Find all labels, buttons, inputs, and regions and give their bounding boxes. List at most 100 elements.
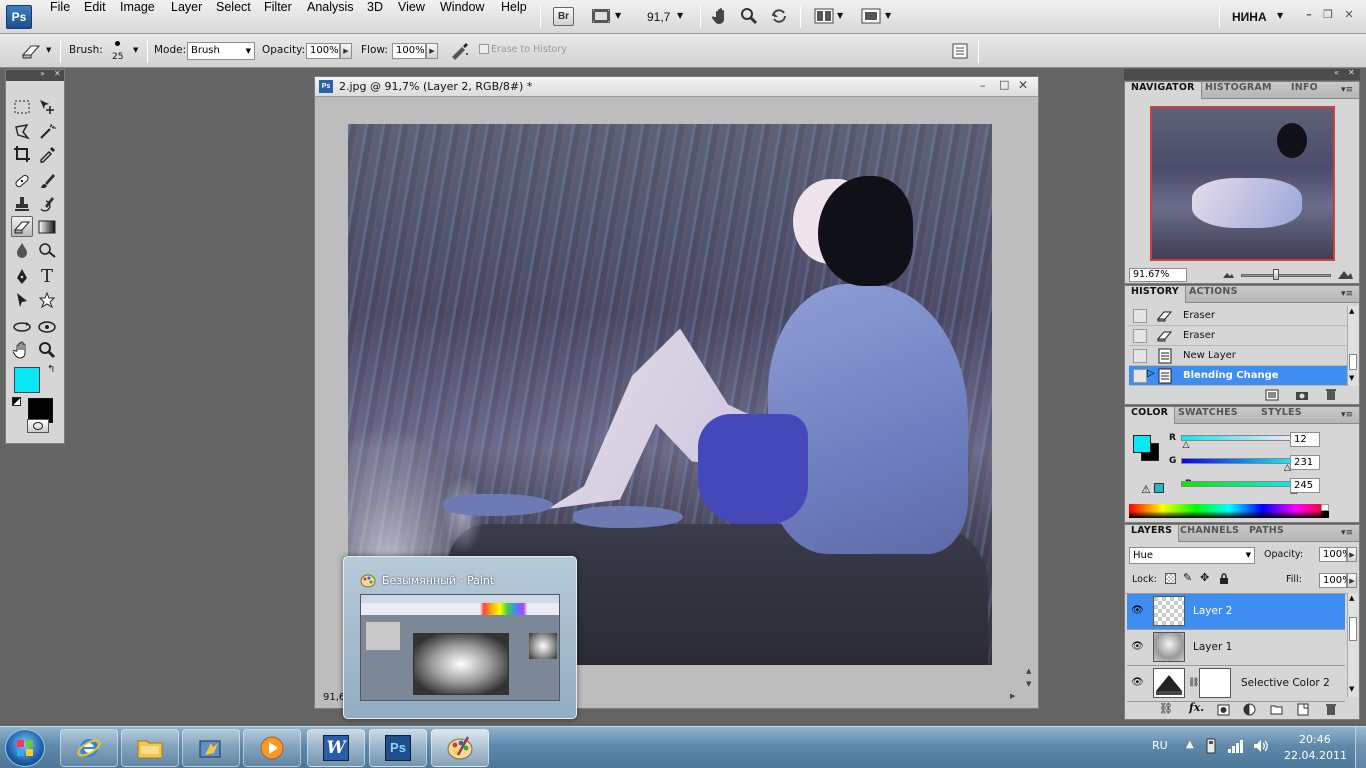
panel-dock-header[interactable]: « ✕ [1124,68,1360,80]
taskbar-word[interactable]: W [307,729,365,767]
chevron-down-icon[interactable]: ▼ [837,11,843,20]
photoshop-logo[interactable]: Ps [6,5,32,29]
zoom-in-mountain-icon[interactable] [1337,268,1353,280]
menu-view[interactable]: View [398,0,425,34]
rectangular-marquee-tool-icon[interactable] [11,96,33,117]
menu-help[interactable]: Help [501,0,527,34]
eraser-tool-icon[interactable] [11,216,33,237]
scroll-up-arrow[interactable]: ▲ [1026,667,1031,675]
3d-rotate-tool-icon[interactable] [11,316,33,337]
layer-row[interactable]: 👁 ⛓ Selective Color 2 [1127,666,1345,702]
fill-slider-button[interactable]: ▶ [1347,573,1357,588]
green-slider[interactable] [1181,458,1299,464]
zoom-out-mountain-icon[interactable] [1222,269,1234,279]
history-scrollbar[interactable]: ▲ ▼ [1347,306,1358,386]
zoom-status[interactable]: 91,6 [323,692,345,703]
color-fg-swatch[interactable] [1133,435,1151,453]
menu-image[interactable]: Image [120,0,155,34]
magic-wand-tool-icon[interactable] [36,120,58,141]
scroll-up-arrow[interactable]: ▲ [1349,594,1354,602]
doc-maximize-button[interactable]: □ [999,78,1009,91]
tab-channels[interactable]: CHANNELS [1174,525,1245,542]
navigator-zoom-input[interactable]: 91.67% [1129,268,1187,282]
menu-select[interactable]: Select [216,0,251,34]
zoom-icon[interactable] [740,7,758,25]
airbrush-icon[interactable] [449,42,471,60]
opacity-slider-button[interactable]: ▶ [340,43,352,59]
opacity-input[interactable]: 100% [306,43,340,59]
layer-opacity-input[interactable]: 100% [1319,547,1352,562]
zoom-tool-icon[interactable] [36,339,58,360]
menu-edit[interactable]: Edit [84,0,106,34]
clock-time[interactable]: 20:46 [1299,733,1331,746]
layer-opacity-slider-button[interactable]: ▶ [1347,547,1357,562]
taskbar-internet-explorer[interactable] [60,729,118,767]
new-layer-icon[interactable] [1297,703,1309,716]
blue-slider[interactable] [1181,481,1299,487]
close-icon[interactable]: ✕ [54,69,61,78]
fill-input[interactable]: 100% [1319,573,1352,588]
arrange-documents-icon[interactable] [814,8,834,24]
menu-filter[interactable]: Filter [264,0,292,34]
ramp-white-swatch[interactable] [1321,504,1329,511]
swap-colors-icon[interactable]: ↰ [47,364,55,375]
link-layers-icon[interactable]: ⛓ [1159,702,1173,715]
taskbar-thumbnail-popup[interactable]: Безымянный - Paint [343,556,577,719]
clock-date[interactable]: 22.04.2011 [1284,749,1347,762]
scroll-up-arrow[interactable]: ▲ [1349,307,1354,315]
history-item[interactable]: Eraser [1129,306,1347,326]
panel-menu-icon[interactable]: ▾≡ [1341,85,1353,95]
chevron-down-icon[interactable]: ▼ [46,46,51,54]
color-spectrum-ramp[interactable] [1129,504,1329,518]
history-source-box[interactable] [1133,369,1147,383]
taskbar-media-player[interactable] [243,729,301,767]
history-item[interactable]: Eraser [1129,326,1347,346]
taskbar-explorer[interactable] [121,729,179,767]
lock-position-icon[interactable]: ✥ [1200,571,1209,584]
panel-menu-icon[interactable]: ▾≡ [1341,528,1353,538]
language-indicator[interactable]: RU [1152,739,1168,752]
foreground-color-swatch[interactable] [14,367,40,393]
chevron-down-icon[interactable]: ▼ [885,11,891,20]
scroll-right-arrow[interactable]: ▶ [1010,692,1015,700]
zoom-level[interactable]: 91,7 [647,10,670,24]
gamut-color-swatch[interactable] [1154,483,1164,493]
workspace-user[interactable]: НИНА [1232,10,1267,24]
hand-tool-icon[interactable] [11,339,33,360]
add-mask-icon[interactable] [1217,704,1230,716]
new-adjustment-layer-icon[interactable] [1243,703,1256,716]
blend-mode-select[interactable]: Hue ▼ [1129,547,1255,564]
start-button[interactable] [5,729,45,767]
taskbar-photoshop[interactable]: Ps [369,729,427,767]
brush-preview-icon[interactable] [115,41,120,46]
tab-swatches[interactable]: SWATCHES [1172,407,1244,424]
brush-tool-icon[interactable] [36,170,58,191]
crop-tool-icon[interactable] [11,143,33,164]
close-icon[interactable]: ✕ [1348,68,1355,77]
blue-value-input[interactable]: 245 [1290,478,1320,493]
history-brush-tool-icon[interactable] [36,193,58,214]
document-title-bar[interactable]: Ps 2.jpg @ 91,7% (Layer 2, RGB/8#) * – □… [315,77,1038,97]
menu-layer[interactable]: Layer [171,0,202,34]
minimize-button[interactable]: – [1302,8,1316,22]
scroll-thumb[interactable] [1349,617,1357,641]
tab-navigator[interactable]: NAVIGATOR [1125,82,1202,99]
erase-to-history-checkbox[interactable] [479,44,489,54]
menu-analysis[interactable]: Analysis [307,0,354,34]
mode-select[interactable]: Brush ▼ [187,42,255,60]
navigator-preview[interactable] [1150,106,1335,261]
layer-row[interactable]: 👁 Layer 1 [1127,630,1345,666]
tab-layers[interactable]: LAYERS [1125,525,1180,542]
default-colors-icon[interactable] [12,397,21,406]
history-source-box[interactable] [1133,329,1147,343]
usb-device-icon[interactable] [1204,738,1218,754]
new-document-from-state-icon[interactable] [1265,389,1279,401]
eraser-icon[interactable] [20,42,42,60]
show-desktop-button[interactable] [1355,727,1366,768]
tab-styles[interactable]: STYLES [1255,407,1308,424]
history-source-box[interactable] [1133,309,1147,323]
scroll-down-arrow[interactable]: ▼ [1349,374,1354,382]
eyedropper-tool-icon[interactable] [36,143,58,164]
bridge-button[interactable]: Br [553,7,574,26]
gradient-tool-icon[interactable] [36,216,58,237]
